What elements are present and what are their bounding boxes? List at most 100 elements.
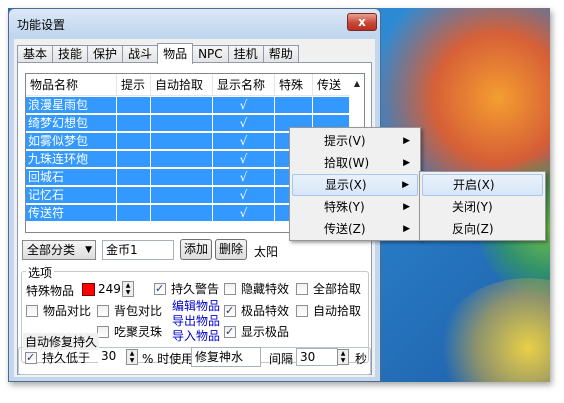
tab-help[interactable]: 帮助	[262, 45, 299, 63]
seconds-label: 秒	[355, 352, 368, 366]
interval-input[interactable]: 30	[296, 348, 338, 366]
cell-hint	[117, 187, 151, 204]
menu-item-label: 拾取(W)	[324, 156, 370, 170]
gather-beads-checkbox[interactable]: 吃聚灵珠	[97, 324, 162, 340]
auto-pickup-checkbox[interactable]: 自动拾取	[296, 303, 361, 319]
title-bar[interactable]: 功能设置 x	[9, 9, 380, 37]
show-best-checkbox[interactable]: 显示极品	[224, 324, 289, 340]
tab-items[interactable]: 物品	[157, 43, 194, 64]
close-button[interactable]: x	[347, 13, 377, 31]
cell-pickup	[151, 169, 213, 186]
menu-item-special[interactable]: 特殊(Y) ▶	[292, 196, 418, 218]
checkbox-label: 隐藏特效	[241, 282, 290, 296]
cell-pickup	[151, 97, 213, 114]
pickup-all-checkbox[interactable]: 全部拾取	[296, 281, 361, 297]
checkbox-empty-icon	[26, 305, 38, 317]
cell-pickup	[151, 187, 213, 204]
durability-warning-checkbox[interactable]: 持久警告	[154, 281, 219, 297]
window-title: 功能设置	[17, 18, 66, 32]
scroll-up-arrow-icon[interactable]: ▲	[352, 79, 362, 89]
repair-group-label: 自动修复持久	[23, 333, 100, 350]
tab-npc[interactable]: NPC	[192, 45, 229, 63]
cell-name: 九珠连环炮	[26, 151, 117, 168]
bag-compare-checkbox[interactable]: 背包对比	[97, 303, 162, 319]
percent-use-label: % 时使用	[142, 352, 194, 366]
submenu-arrow-icon: ▶	[403, 224, 410, 234]
submenu-arrow-icon: ▶	[403, 202, 410, 212]
cell-name: 绮梦幻想包	[26, 115, 117, 132]
extra-text: 太阳	[254, 245, 279, 259]
list-row[interactable]: 浪漫星雨包 √	[26, 97, 350, 115]
cell-show: √	[213, 187, 275, 204]
checkbox-checked-icon	[224, 324, 236, 340]
checkbox-label: 极品特效	[241, 304, 290, 318]
cell-name: 回城石	[26, 169, 117, 186]
cell-hint	[117, 97, 151, 114]
submenu-item-on[interactable]: 开启(X)	[422, 174, 543, 196]
checkbox-label: 全部拾取	[313, 282, 362, 296]
cell-show: √	[213, 97, 275, 114]
submenu-arrow-icon: ▶	[403, 158, 410, 168]
menu-item-label: 特殊(Y)	[324, 200, 365, 214]
special-color-swatch[interactable]	[82, 283, 95, 296]
checkbox-label: 持久低于	[42, 351, 91, 365]
cell-special	[275, 97, 313, 114]
cell-pickup	[151, 115, 213, 132]
checkbox-label: 自动拾取	[313, 304, 362, 318]
category-value: 全部分类	[27, 243, 76, 257]
menu-item-pickup[interactable]: 拾取(W) ▶	[292, 152, 418, 174]
column-header-special[interactable]: 特殊	[275, 74, 313, 96]
item-compare-checkbox[interactable]: 物品对比	[26, 303, 91, 319]
list-header: 物品名称 提示 自动拾取 显示名称 特殊 传送	[26, 74, 351, 96]
item-name-input[interactable]: 金币1	[102, 240, 174, 260]
tab-skills[interactable]: 技能	[52, 45, 89, 63]
tab-strip: 基本 技能 保护 战斗 物品 NPC 挂机 帮助	[17, 43, 299, 64]
column-header-teleport[interactable]: 传送	[313, 74, 351, 96]
cell-name: 传送符	[26, 205, 117, 222]
checkbox-checked-icon	[224, 303, 236, 319]
checkbox-empty-icon	[224, 283, 236, 295]
tab-afk[interactable]: 挂机	[227, 45, 264, 63]
column-header-name[interactable]: 物品名称	[26, 74, 117, 96]
checkbox-label: 持久警告	[171, 282, 220, 296]
checkbox-empty-icon	[296, 305, 308, 317]
wallpaper-flare	[438, 278, 550, 382]
cell-name: 浪漫星雨包	[26, 97, 117, 114]
durability-below-checkbox[interactable]: 持久低于	[25, 350, 90, 366]
cell-name: 记忆石	[26, 187, 117, 204]
delete-button[interactable]: 删除	[215, 239, 247, 260]
options-group-label: 选项	[26, 264, 55, 281]
checkbox-label: 背包对比	[114, 304, 163, 318]
import-items-link[interactable]: 导入物品	[172, 327, 220, 344]
tab-combat[interactable]: 战斗	[122, 45, 159, 63]
menu-item-hint[interactable]: 提示(V) ▶	[292, 130, 418, 152]
cell-show: √	[213, 205, 275, 222]
menu-item-teleport[interactable]: 传送(Z) ▶	[292, 218, 418, 240]
show-submenu: 开启(X) 关闭(Y) 反向(Z)	[419, 171, 546, 241]
column-header-pickup[interactable]: 自动拾取	[151, 74, 213, 96]
cell-show: √	[213, 133, 275, 150]
cell-hint	[117, 151, 151, 168]
special-spinner[interactable]: ▲ ▼	[122, 281, 134, 297]
checkbox-label: 显示极品	[241, 325, 290, 339]
submenu-item-off[interactable]: 关闭(Y)	[422, 196, 543, 218]
column-header-hint[interactable]: 提示	[117, 74, 151, 96]
column-header-show[interactable]: 显示名称	[213, 74, 275, 96]
submenu-item-invert[interactable]: 反向(Z)	[422, 218, 543, 240]
tab-protect[interactable]: 保护	[87, 45, 124, 63]
checkbox-checked-icon	[25, 350, 37, 366]
repair-item-input[interactable]: 修复神水	[191, 347, 261, 367]
add-button[interactable]: 添加	[180, 239, 212, 260]
best-effects-checkbox[interactable]: 极品特效	[224, 303, 289, 319]
category-dropdown[interactable]: 全部分类 ▼	[22, 240, 96, 260]
menu-item-label: 显示(X)	[325, 178, 367, 192]
special-value[interactable]: 249	[98, 282, 121, 296]
menu-item-show[interactable]: 显示(X) ▶	[292, 174, 418, 196]
close-icon: x	[358, 15, 366, 29]
submenu-arrow-icon: ▶	[402, 180, 409, 190]
hide-effects-checkbox[interactable]: 隐藏特效	[224, 281, 289, 297]
interval-spinner[interactable]: ▲ ▼	[337, 349, 349, 365]
durability-below-spinner[interactable]: ▲ ▼	[126, 349, 138, 365]
tab-basic[interactable]: 基本	[17, 45, 54, 63]
checkbox-empty-icon	[296, 283, 308, 295]
